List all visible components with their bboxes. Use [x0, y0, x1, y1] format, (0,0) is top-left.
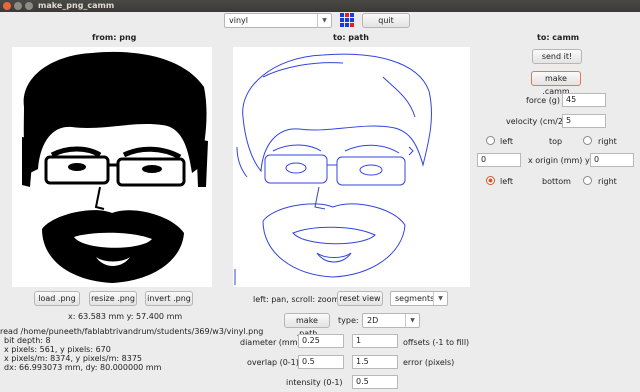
- origin-bottom-right-label: right: [598, 177, 617, 186]
- chevron-down-icon: ▼: [317, 14, 331, 27]
- origin-x-input[interactable]: 0: [477, 153, 521, 167]
- to-path-header: to: path: [333, 33, 369, 42]
- origin-bottom-left-label: left: [500, 177, 513, 186]
- maximize-window-icon[interactable]: [25, 2, 33, 10]
- type-select[interactable]: 2D ▼: [362, 313, 420, 328]
- png-preview[interactable]: [12, 47, 212, 287]
- origin-top-label: top: [549, 137, 563, 146]
- reset-view-button[interactable]: reset view: [337, 291, 383, 306]
- resize-png-button[interactable]: resize .png: [89, 291, 137, 306]
- overlap-label: overlap (0-1): [247, 358, 299, 367]
- origin-top-left-label: left: [500, 137, 513, 146]
- send-it-button[interactable]: send it!: [532, 49, 582, 64]
- origin-top-right-label: right: [598, 137, 617, 146]
- type-select-value: 2D: [367, 316, 379, 325]
- type-label: type:: [338, 316, 359, 325]
- to-camm-header: to: camm: [537, 33, 580, 42]
- cursor-coordinates: x: 63.583 mm y: 57.400 mm: [68, 312, 183, 321]
- file-info-pixels: x pixels: 561, y pixels: 670: [4, 345, 111, 354]
- make-path-button[interactable]: make .path: [284, 313, 330, 338]
- offsets-label: offsets (-1 to fill): [403, 338, 470, 347]
- pan-zoom-hint: left: pan, scroll: zoom: [253, 295, 340, 304]
- offsets-input[interactable]: 1: [352, 334, 398, 348]
- origin-y-input[interactable]: 0: [590, 153, 634, 167]
- portrait-image: [22, 51, 208, 283]
- from-png-header: from: png: [92, 33, 137, 42]
- load-png-button[interactable]: load .png: [34, 291, 80, 306]
- invert-png-button[interactable]: invert .png: [145, 291, 193, 306]
- origin-top-right-radio[interactable]: [583, 136, 592, 145]
- velocity-input[interactable]: 5: [562, 114, 606, 128]
- origin-bottom-left-radio[interactable]: [486, 176, 495, 185]
- title-bar: make_png_camm: [0, 0, 640, 12]
- error-label: error (pixels): [403, 358, 455, 367]
- intensity-label: intensity (0-1): [286, 378, 343, 387]
- process-select-value: vinyl: [229, 16, 248, 25]
- chevron-down-icon: ▼: [433, 292, 447, 305]
- file-info-bit-depth: bit depth: 8: [4, 336, 51, 345]
- window-title: make_png_camm: [38, 1, 115, 10]
- chevron-down-icon: ▼: [405, 314, 419, 327]
- origin-bottom-right-radio[interactable]: [583, 176, 592, 185]
- file-info-path: read /home/puneeth/fablabtrivandrum/stud…: [0, 327, 264, 336]
- file-info-dimensions: dx: 66.993073 mm, dy: 80.000000 mm: [4, 363, 162, 372]
- grid-icon[interactable]: [340, 13, 354, 27]
- file-info-pixels-per-m: x pixels/m: 8374, y pixels/m: 8375: [4, 354, 143, 363]
- velocity-label: velocity (cm/2): [506, 117, 567, 126]
- quit-button[interactable]: quit: [362, 13, 410, 28]
- close-window-icon[interactable]: [3, 2, 11, 10]
- make-camm-button[interactable]: make .camm: [531, 71, 581, 96]
- force-label: force (g): [526, 96, 561, 105]
- process-select[interactable]: vinyl ▼: [224, 13, 332, 28]
- minimize-window-icon[interactable]: [14, 2, 22, 10]
- view-mode-value: segments: [395, 294, 435, 303]
- error-input[interactable]: 1.5: [352, 355, 398, 369]
- view-mode-select[interactable]: segments ▼: [390, 291, 448, 306]
- path-preview[interactable]: [233, 47, 470, 287]
- origin-bottom-label: bottom: [542, 177, 571, 186]
- overlap-input[interactable]: 0.5: [298, 355, 344, 369]
- path-outline: [234, 53, 432, 285]
- diameter-input[interactable]: 0.25: [298, 334, 344, 348]
- intensity-input[interactable]: 0.5: [352, 375, 398, 389]
- force-input[interactable]: 45: [562, 93, 606, 107]
- origin-label: x origin (mm) y: [528, 156, 590, 165]
- diameter-label: diameter (mm): [240, 338, 301, 347]
- origin-top-left-radio[interactable]: [486, 136, 495, 145]
